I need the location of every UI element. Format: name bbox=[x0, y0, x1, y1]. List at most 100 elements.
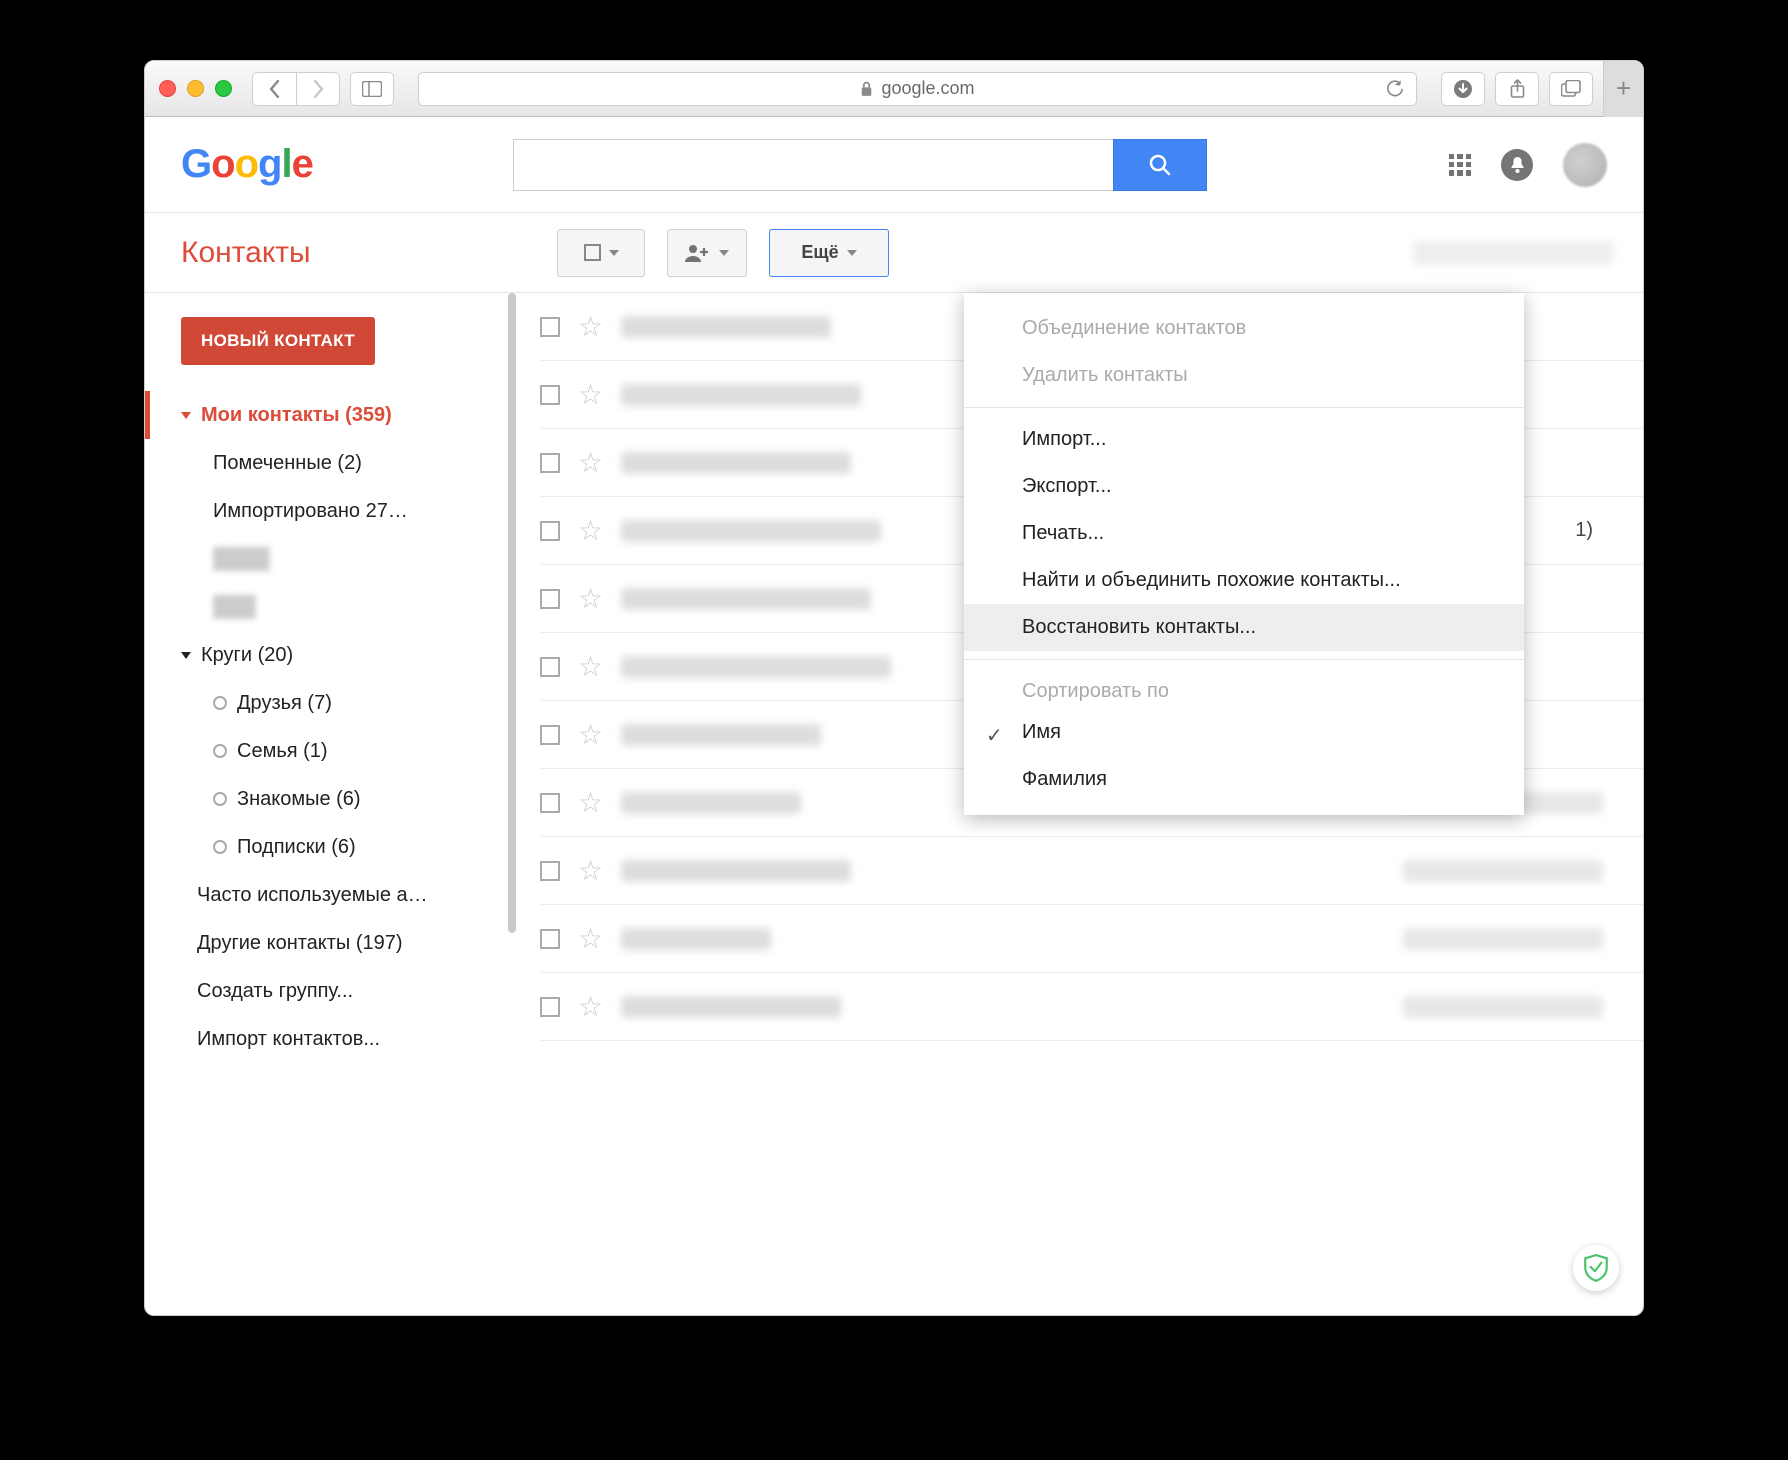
contact-name bbox=[621, 656, 891, 678]
dd-print[interactable]: Печать... bbox=[964, 510, 1524, 557]
sidebar-item-my-contacts[interactable]: Мои контакты (359) bbox=[145, 391, 507, 439]
dd-sort-lastname[interactable]: Фамилия bbox=[964, 756, 1524, 803]
check-icon: ✓ bbox=[986, 723, 1003, 748]
star-icon[interactable]: ☆ bbox=[578, 854, 603, 887]
sidebar-item-create-group[interactable]: Создать группу... bbox=[145, 967, 507, 1015]
more-button[interactable]: Ещё bbox=[769, 229, 889, 277]
more-label: Ещё bbox=[801, 242, 838, 263]
contact-name bbox=[621, 520, 881, 542]
dd-sort-label: Сортировать по bbox=[964, 668, 1524, 709]
row-checkbox[interactable] bbox=[540, 453, 560, 473]
sidebar: НОВЫЙ КОНТАКТ Мои контакты (359) Помечен… bbox=[145, 293, 507, 1315]
sidebar-circle-item[interactable]: Семья (1) bbox=[145, 727, 507, 775]
contact-name bbox=[621, 384, 861, 406]
contact-name bbox=[621, 452, 851, 474]
more-dropdown: Объединение контактов Удалить контакты И… bbox=[964, 293, 1524, 815]
sidebar-item-hidden[interactable]: ████ bbox=[145, 535, 507, 583]
star-icon[interactable]: ☆ bbox=[578, 786, 603, 819]
adguard-badge[interactable] bbox=[1573, 1245, 1619, 1291]
sidebar-item-hidden[interactable]: ███ bbox=[145, 583, 507, 631]
dd-restore-contacts[interactable]: Восстановить контакты... bbox=[964, 604, 1524, 651]
menu-separator bbox=[964, 407, 1524, 408]
bell-icon bbox=[1509, 156, 1526, 174]
back-button[interactable] bbox=[252, 72, 296, 106]
new-tab-button[interactable]: + bbox=[1603, 61, 1643, 117]
sidebar-item-label: Помеченные (2) bbox=[213, 447, 362, 479]
sidebar-item-other-contacts[interactable]: Другие контакты (197) bbox=[145, 919, 507, 967]
forward-button[interactable] bbox=[296, 72, 340, 106]
sidebar-item-imported[interactable]: Импортировано 27… bbox=[145, 487, 507, 535]
sidebar-item-circles[interactable]: Круги (20) bbox=[145, 631, 507, 679]
notifications-button[interactable] bbox=[1501, 149, 1533, 181]
row-checkbox[interactable] bbox=[540, 657, 560, 677]
contacts-toolbar: Контакты Ещё bbox=[145, 213, 1643, 293]
traffic-lights bbox=[159, 80, 232, 97]
close-window-button[interactable] bbox=[159, 80, 176, 97]
row-checkbox[interactable] bbox=[540, 793, 560, 813]
contact-phone bbox=[1403, 860, 1603, 882]
star-icon[interactable]: ☆ bbox=[578, 310, 603, 343]
row-checkbox[interactable] bbox=[540, 725, 560, 745]
row-checkbox[interactable] bbox=[540, 929, 560, 949]
dd-import[interactable]: Импорт... bbox=[964, 416, 1524, 463]
sidebar-circle-item[interactable]: Подписки (6) bbox=[145, 823, 507, 871]
star-icon[interactable]: ☆ bbox=[578, 922, 603, 955]
sidebar-circle-item[interactable]: Друзья (7) bbox=[145, 679, 507, 727]
search-button[interactable] bbox=[1113, 139, 1207, 191]
header-right bbox=[1449, 143, 1607, 187]
minimize-window-button[interactable] bbox=[187, 80, 204, 97]
share-button[interactable] bbox=[1495, 72, 1539, 106]
dd-export[interactable]: Экспорт... bbox=[964, 463, 1524, 510]
apps-icon[interactable] bbox=[1449, 154, 1471, 176]
star-icon[interactable]: ☆ bbox=[578, 514, 603, 547]
contact-row[interactable]: ☆ bbox=[540, 837, 1643, 905]
star-icon[interactable]: ☆ bbox=[578, 650, 603, 683]
contact-row[interactable]: ☆ bbox=[540, 905, 1643, 973]
dd-find-merge[interactable]: Найти и объединить похожие контакты... bbox=[964, 557, 1524, 604]
row-checkbox[interactable] bbox=[540, 861, 560, 881]
checkbox-icon bbox=[584, 244, 601, 261]
sidebar-item-label: Знакомые (6) bbox=[237, 783, 361, 815]
contact-row[interactable]: ☆ bbox=[540, 973, 1643, 1041]
star-icon[interactable]: ☆ bbox=[578, 990, 603, 1023]
maximize-window-button[interactable] bbox=[215, 80, 232, 97]
chevron-down-icon bbox=[181, 412, 191, 419]
sidebar-item-label: Мои контакты (359) bbox=[201, 399, 392, 431]
circle-icon bbox=[213, 696, 227, 710]
row-checkbox[interactable] bbox=[540, 317, 560, 337]
star-icon[interactable]: ☆ bbox=[578, 582, 603, 615]
search-input[interactable] bbox=[513, 139, 1113, 191]
sidebar-circle-item[interactable]: Знакомые (6) bbox=[145, 775, 507, 823]
row-checkbox[interactable] bbox=[540, 997, 560, 1017]
star-icon[interactable]: ☆ bbox=[578, 378, 603, 411]
row-checkbox[interactable] bbox=[540, 521, 560, 541]
select-all-button[interactable] bbox=[557, 229, 645, 277]
safari-toolbar: google.com + bbox=[145, 61, 1643, 117]
sidebar-item-import[interactable]: Импорт контактов... bbox=[145, 1015, 507, 1063]
sidebar-item-label: Импортировано 27… bbox=[213, 495, 408, 527]
sidebar-toggle-button[interactable] bbox=[350, 72, 394, 106]
sidebar-item-starred[interactable]: Помеченные (2) bbox=[145, 439, 507, 487]
sidebar-item-frequent[interactable]: Часто используемые а… bbox=[145, 871, 507, 919]
contact-name bbox=[621, 588, 871, 610]
sidebar-item-label: Другие контакты (197) bbox=[197, 927, 403, 959]
address-bar[interactable]: google.com bbox=[418, 72, 1417, 106]
scrollbar[interactable] bbox=[508, 293, 516, 933]
reload-icon[interactable] bbox=[1386, 80, 1404, 98]
add-contact-button[interactable] bbox=[667, 229, 747, 277]
star-icon[interactable]: ☆ bbox=[578, 718, 603, 751]
new-contact-button[interactable]: НОВЫЙ КОНТАКТ bbox=[181, 317, 375, 365]
contact-trailing: 1) bbox=[1575, 519, 1603, 542]
star-icon[interactable]: ☆ bbox=[578, 446, 603, 479]
page-title: Контакты bbox=[181, 236, 471, 270]
nav-back-forward bbox=[252, 72, 340, 106]
row-checkbox[interactable] bbox=[540, 589, 560, 609]
tabs-button[interactable] bbox=[1549, 72, 1593, 106]
downloads-button[interactable] bbox=[1441, 72, 1485, 106]
sidebar-item-label: Семья (1) bbox=[237, 735, 328, 767]
google-logo[interactable]: Google bbox=[181, 142, 313, 187]
avatar[interactable] bbox=[1563, 143, 1607, 187]
row-checkbox[interactable] bbox=[540, 385, 560, 405]
contact-name bbox=[621, 860, 851, 882]
dd-sort-firstname[interactable]: ✓ Имя bbox=[964, 709, 1524, 756]
